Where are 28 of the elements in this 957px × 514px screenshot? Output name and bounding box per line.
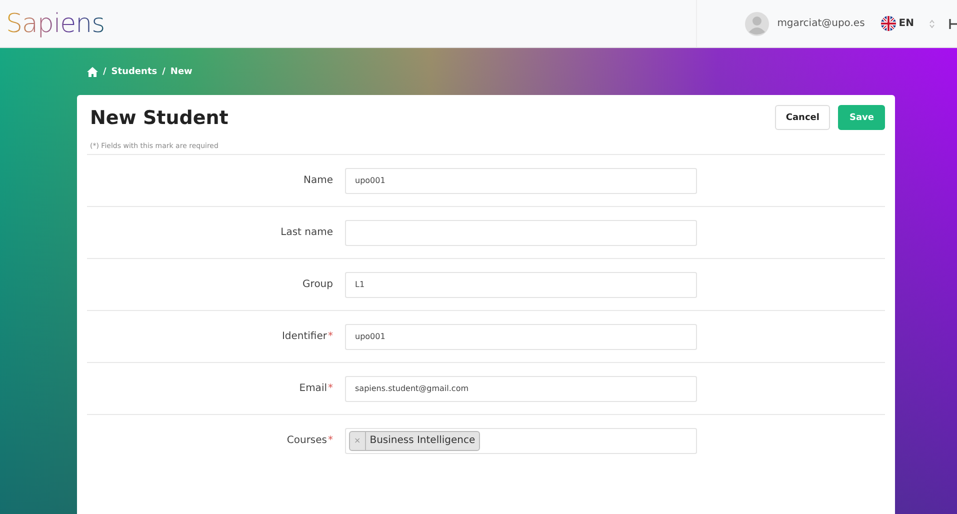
language-selector[interactable]: EN — [898, 18, 914, 29]
field-label: Last name — [280, 227, 333, 238]
chevron-updown-icon[interactable] — [929, 18, 935, 28]
breadcrumb-separator: / — [103, 66, 106, 76]
input-field[interactable]: L1 — [345, 272, 697, 298]
tag-label: Business Intelligence — [368, 435, 476, 446]
field-label: Email — [299, 383, 327, 394]
required-mark: * — [328, 331, 333, 342]
field-label: Identifier — [282, 331, 327, 342]
field-label: Courses — [286, 435, 327, 446]
field-label: Group — [302, 279, 333, 290]
cancel-button[interactable]: Cancel — [774, 105, 830, 130]
required-mark: * — [328, 435, 333, 446]
required-mark: * — [328, 383, 333, 394]
breadcrumb-separator: / — [162, 66, 166, 76]
form-title: New Student — [89, 106, 228, 128]
user-email[interactable]: mgarciat@upo.es — [777, 18, 865, 29]
field-label: Name — [303, 175, 333, 186]
input-field[interactable] — [345, 220, 697, 246]
logout-icon[interactable] — [949, 18, 957, 30]
input-field[interactable]: sapiens.student@gmail.com — [345, 376, 697, 402]
home-icon[interactable] — [87, 66, 98, 76]
flag-icon — [880, 16, 896, 31]
avatar-icon[interactable] — [745, 12, 770, 36]
input-field[interactable]: upo001 — [345, 324, 697, 350]
breadcrumb-item: New — [170, 66, 192, 76]
input-field[interactable]: upo001 — [345, 168, 697, 194]
tags-field[interactable]: × Business Intelligence — [345, 428, 697, 454]
